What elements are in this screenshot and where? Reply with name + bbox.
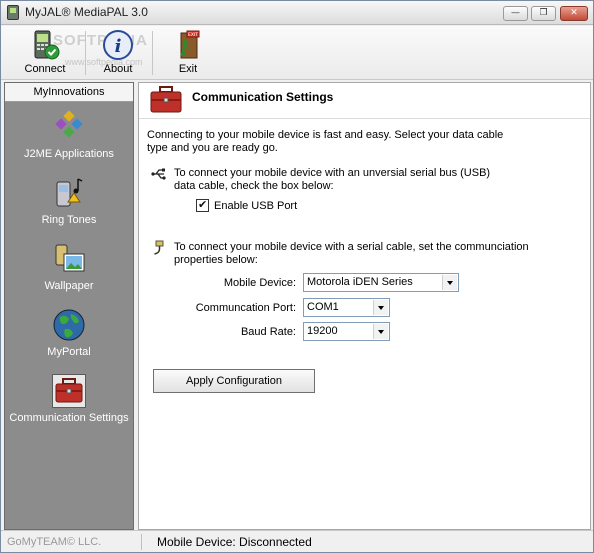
sidebar-item-label: J2ME Applications (24, 148, 114, 160)
exit-label: Exit (178, 63, 198, 75)
apply-configuration-button[interactable]: Apply Configuration (153, 369, 315, 393)
chevron-down-icon[interactable] (373, 300, 388, 315)
exit-button[interactable]: EXIT Exit (157, 26, 219, 79)
status-bar: GoMyTEAM© LLC. Mobile Device: Disconnect… (1, 530, 593, 552)
communication-port-select[interactable]: COM1 (303, 298, 390, 317)
serial-cable-icon (151, 240, 167, 256)
connect-label: Connect (24, 63, 66, 75)
chevron-down-icon[interactable] (373, 324, 388, 339)
sidebar: MyInnovations J2ME Applications Ring Ton… (4, 82, 134, 530)
toolbar: SOFTPEDIA www.softpedia.com Connect i Ab… (1, 26, 593, 80)
diamond-cluster-icon (52, 110, 86, 144)
connect-button[interactable]: Connect (7, 26, 83, 79)
minimize-button[interactable]: — (503, 6, 528, 21)
phone-picture-icon (52, 242, 86, 276)
baud-rate-select[interactable]: 19200 (303, 322, 390, 341)
status-divider (141, 534, 142, 550)
about-label: About (103, 63, 133, 75)
sidebar-item-label: Ring Tones (41, 214, 97, 226)
sidebar-item-wallpaper[interactable]: Wallpaper (5, 242, 133, 304)
usb-instructions-line1: To connect your mobile device with an un… (174, 167, 491, 179)
usb-icon (151, 166, 167, 182)
toolbox-icon (149, 86, 183, 114)
app-window: MyJAL® MediaPAL 3.0 — ❐ ✕ SOFTPEDIA www.… (0, 0, 594, 553)
svg-text:EXIT: EXIT (188, 32, 198, 38)
mobile-device-value: Motorola iDEN Series (307, 276, 413, 288)
company-name: GoMyTEAM© LLC. (7, 536, 102, 548)
sidebar-item-myportal[interactable]: MyPortal (5, 308, 133, 370)
about-button[interactable]: i About (87, 26, 149, 79)
panel-header: Communication Settings (139, 83, 590, 119)
communication-port-value: COM1 (307, 301, 339, 313)
globe-icon (52, 308, 86, 342)
toolbar-separator (85, 31, 86, 75)
close-button[interactable]: ✕ (560, 6, 588, 21)
baud-rate-label: Baud Rate: (240, 326, 296, 338)
sidebar-item-label: Communication Settings (9, 412, 129, 424)
toolbar-separator (152, 31, 153, 75)
toolbox-icon (52, 374, 86, 408)
sidebar-item-communication-settings[interactable]: Communication Settings (5, 374, 133, 436)
page-title: Communication Settings (192, 90, 334, 104)
sidebar-item-label: MyPortal (47, 346, 91, 358)
mobile-device-label: Mobile Device: (223, 277, 296, 289)
enable-usb-label[interactable]: Enable USB Port (214, 200, 297, 213)
enable-usb-checkbox[interactable] (196, 198, 209, 212)
serial-instructions-line1: To connect your mobile device with a ser… (174, 241, 529, 253)
usb-instructions-line2: data cable, check the box below: (174, 180, 334, 192)
sidebar-item-j2me[interactable]: J2ME Applications (5, 110, 133, 172)
exit-door-icon: EXIT (172, 29, 204, 61)
sidebar-item-ring-tones[interactable]: Ring Tones (5, 176, 133, 238)
intro-text-line2: type and you are ready go. (147, 142, 278, 154)
sidebar-item-label: Wallpaper (44, 280, 94, 292)
title-bar[interactable]: MyJAL® MediaPAL 3.0 — ❐ ✕ (1, 1, 593, 25)
phone-connect-icon (29, 29, 61, 61)
svg-text:i: i (115, 36, 122, 57)
main-panel: Communication Settings Connecting to you… (138, 82, 591, 530)
info-icon: i (102, 29, 134, 61)
mobile-device-select[interactable]: Motorola iDEN Series (303, 273, 459, 292)
connection-status: Mobile Device: Disconnected (157, 535, 312, 549)
sidebar-header: MyInnovations (5, 83, 133, 102)
communication-port-label: Communcation Port: (195, 302, 296, 314)
window-title: MyJAL® MediaPAL 3.0 (25, 5, 148, 19)
chevron-down-icon[interactable] (442, 275, 457, 290)
phone-music-icon (52, 176, 86, 210)
maximize-button[interactable]: ❐ (531, 6, 556, 21)
baud-rate-value: 19200 (307, 325, 338, 337)
serial-instructions-line2: properties below: (174, 254, 258, 266)
app-phone-icon (7, 5, 19, 20)
intro-text-line1: Connecting to your mobile device is fast… (147, 129, 504, 141)
